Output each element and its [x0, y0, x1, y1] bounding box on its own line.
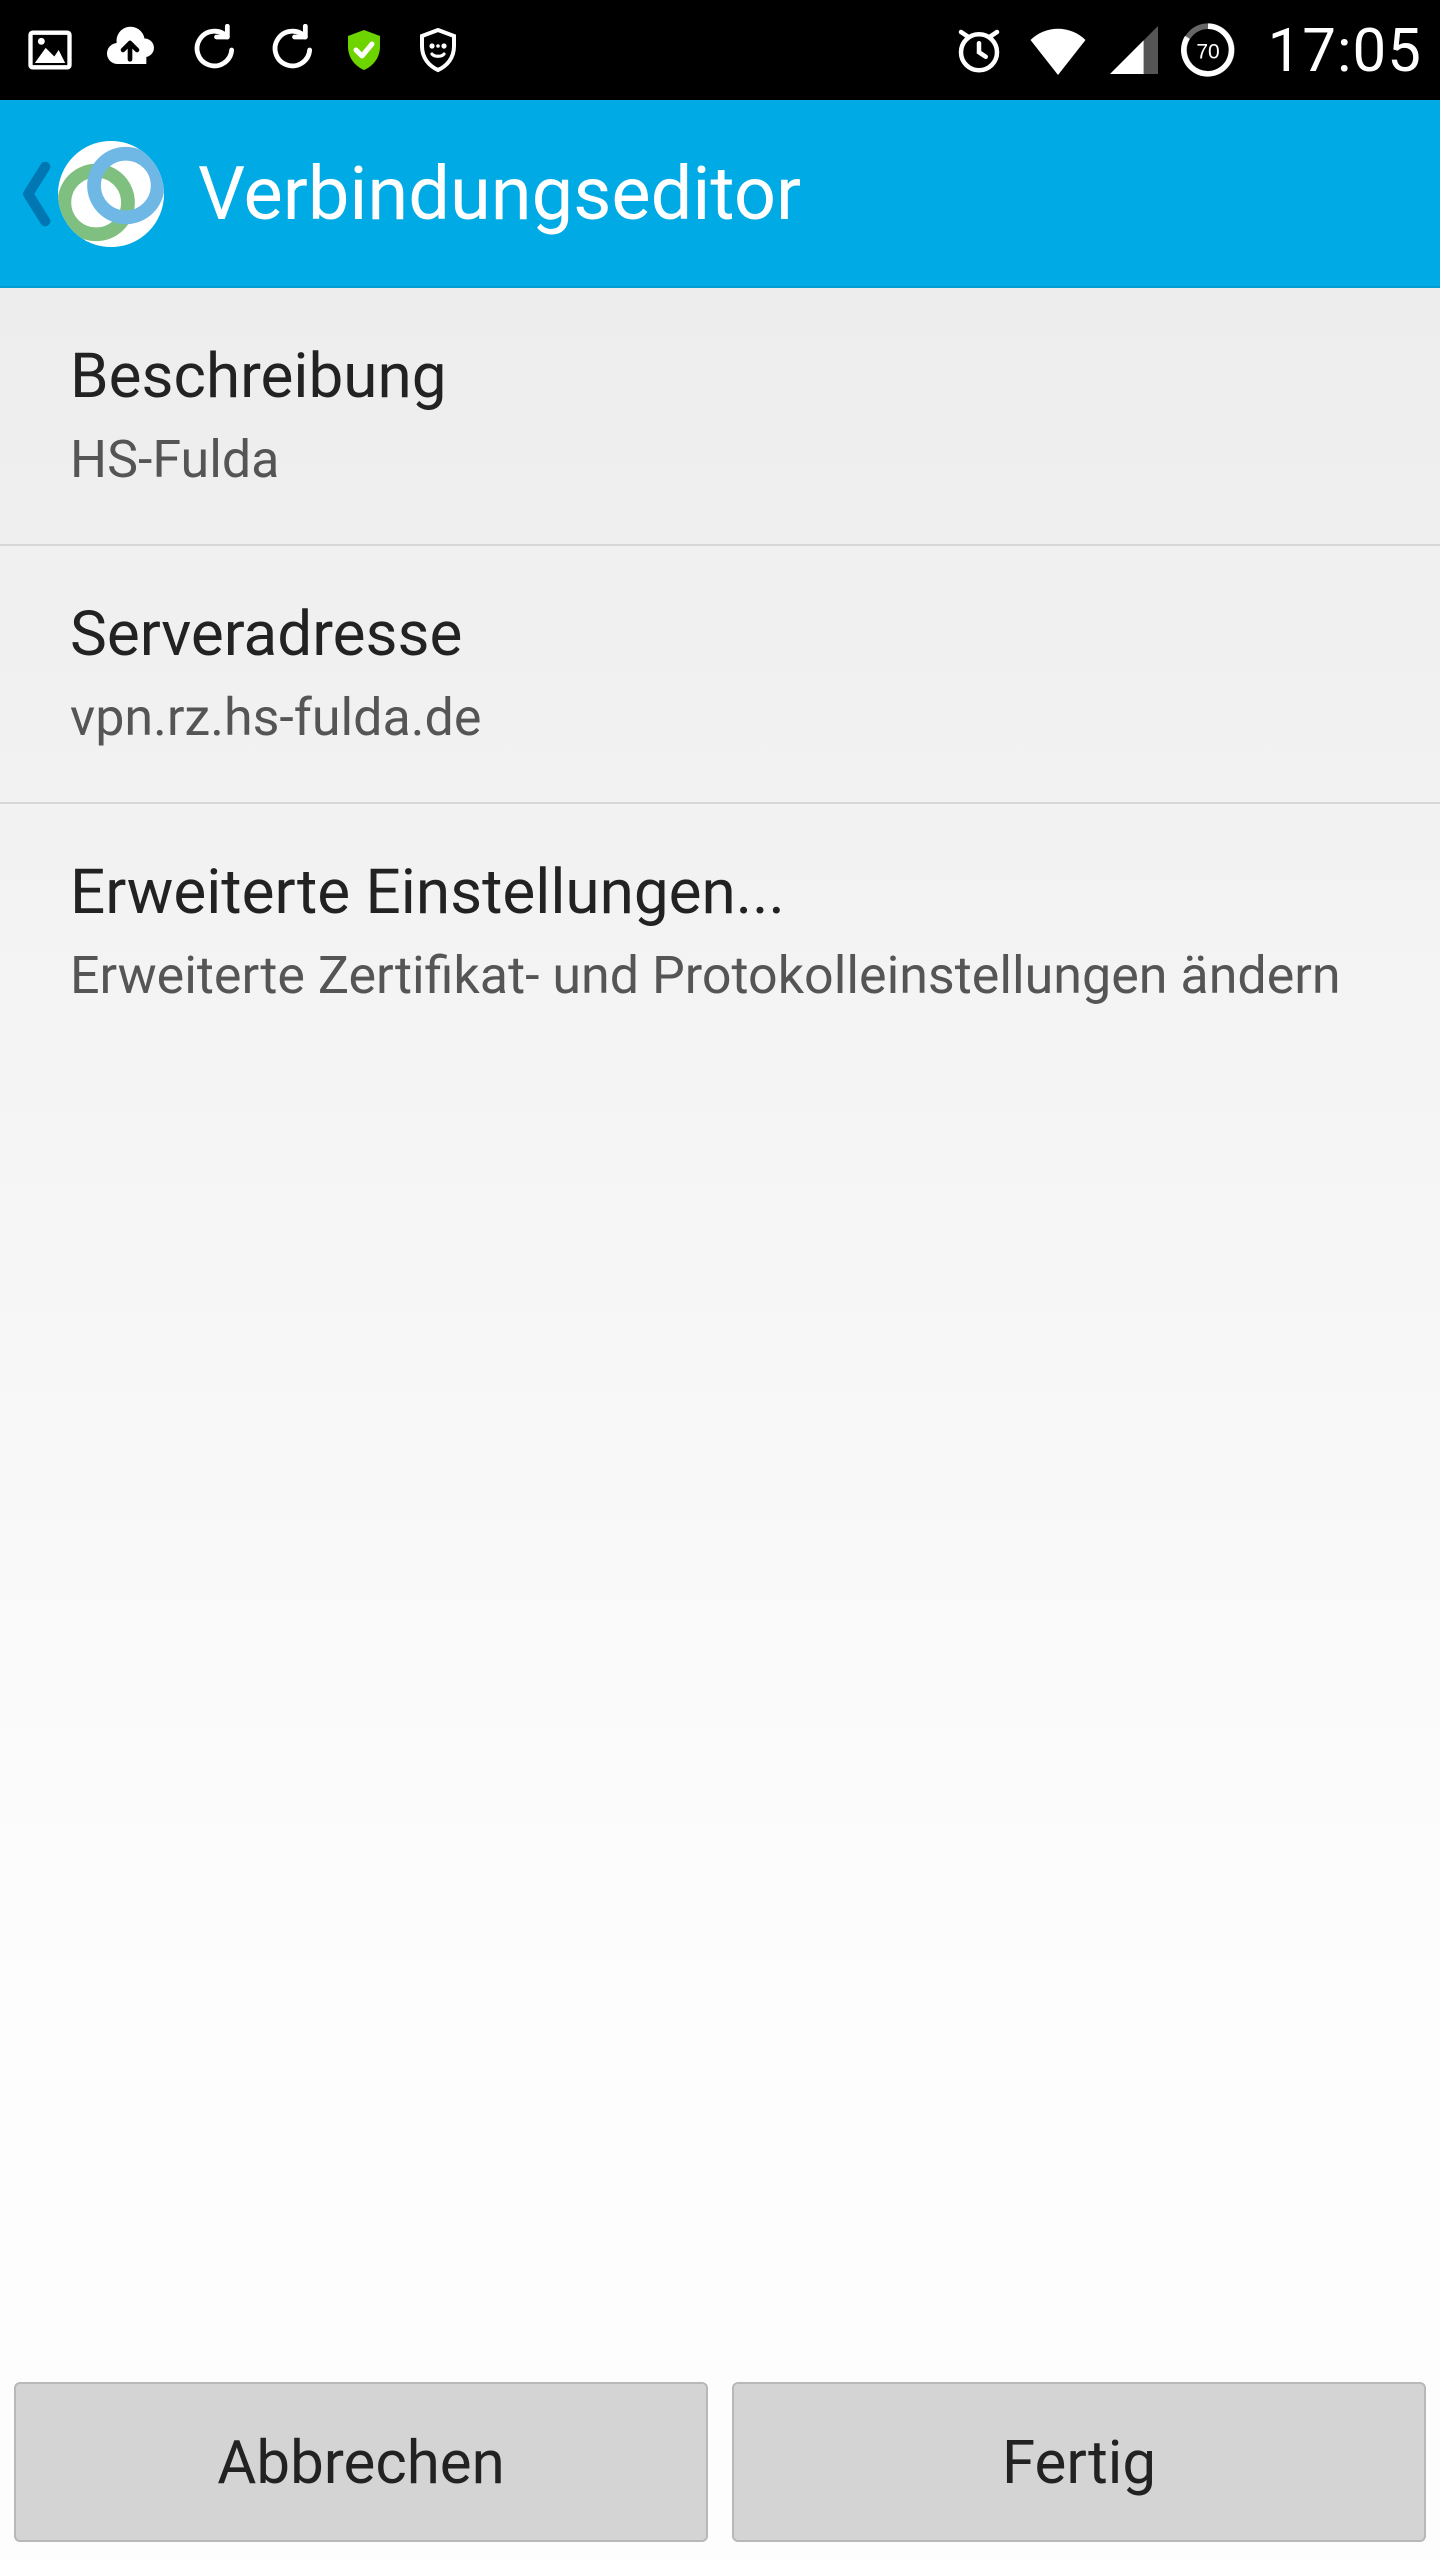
shield-face-icon: [414, 26, 462, 74]
app-logo-icon[interactable]: [58, 141, 164, 247]
alarm-icon: [952, 23, 1006, 77]
item-advanced-settings[interactable]: Erweiterte Einstellungen... Erweiterte Z…: [0, 804, 1440, 1060]
item-description[interactable]: Beschreibung HS-Fulda: [0, 288, 1440, 546]
back-button[interactable]: [18, 159, 52, 229]
sync-icon-2: [262, 24, 314, 76]
shield-check-icon: [340, 26, 388, 74]
item-subtitle: vpn.rz.hs-fulda.de: [70, 685, 1376, 750]
page-title: Verbindungseditor: [198, 151, 801, 238]
item-title: Erweiterte Einstellungen...: [70, 856, 1376, 929]
action-bar: Verbindungseditor: [0, 100, 1440, 288]
done-button[interactable]: Fertig: [732, 2382, 1426, 2542]
sync-icon: [184, 24, 236, 76]
battery-percent-text: 70: [1196, 40, 1219, 63]
content-area: Beschreibung HS-Fulda Serveradresse vpn.…: [0, 288, 1440, 2560]
status-left-icons: [24, 22, 462, 78]
button-bar: Abbrechen Fertig: [14, 2382, 1426, 2542]
status-bar: 70 17:05: [0, 0, 1440, 100]
item-title: Beschreibung: [70, 340, 1376, 413]
battery-indicator-icon: 70: [1180, 22, 1236, 78]
wifi-icon: [1028, 24, 1088, 76]
status-clock: 17:05: [1268, 15, 1422, 86]
item-server-address[interactable]: Serveradresse vpn.rz.hs-fulda.de: [0, 546, 1440, 804]
item-title: Serveradresse: [70, 598, 1376, 671]
item-subtitle: HS-Fulda: [70, 427, 1376, 492]
cancel-button[interactable]: Abbrechen: [14, 2382, 708, 2542]
status-right-icons: 70 17:05: [952, 15, 1422, 86]
cloud-upload-icon: [102, 22, 158, 78]
item-subtitle: Erweiterte Zertifikat- und Protokolleins…: [70, 943, 1376, 1008]
image-notification-icon: [24, 24, 76, 76]
cellular-signal-icon: [1110, 26, 1158, 74]
